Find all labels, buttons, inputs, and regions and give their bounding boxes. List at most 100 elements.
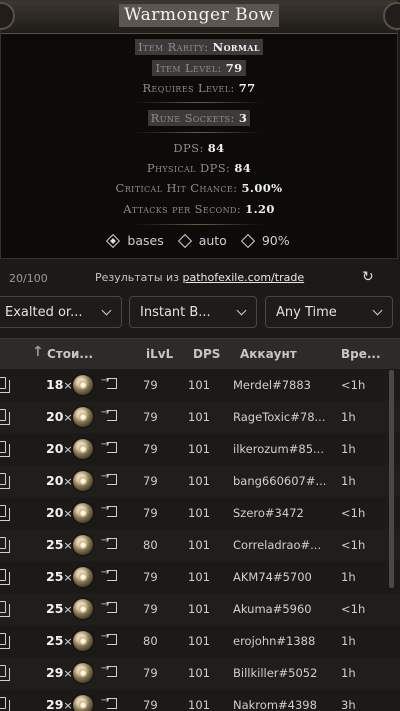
table-row[interactable]: 18× 79 101 Merdel#7883 <1h [0, 369, 400, 402]
radio-icon [240, 233, 255, 248]
enter-hideout-icon[interactable] [101, 599, 117, 613]
attack-speed-value: 1.20 [245, 202, 275, 216]
enter-hideout-icon[interactable] [101, 471, 117, 485]
price-quantity: 25× [46, 569, 73, 584]
copy-icon[interactable] [0, 473, 10, 489]
item-level-cell: 79 [143, 474, 158, 488]
enter-hideout-icon[interactable] [101, 663, 117, 677]
time-dropdown[interactable]: Any Time [265, 296, 393, 328]
enter-hideout-icon[interactable] [101, 407, 117, 421]
multiplier-sign: × [63, 443, 73, 456]
listed-time-cell: <1h [341, 506, 366, 520]
price-amount: 20 [46, 441, 64, 456]
copy-icon[interactable] [0, 377, 10, 393]
table-row[interactable]: 25× 80 101 Correladrao#... <1h [0, 529, 400, 562]
multiplier-sign: × [63, 379, 73, 392]
item-rarity-label: Item Rarity: [138, 40, 209, 54]
exalted-orb-icon [73, 471, 93, 491]
price-amount: 25 [46, 569, 64, 584]
listed-time-cell: 1h [341, 666, 356, 680]
table-row[interactable]: 20× 79 101 ilkerozum#85... 1h [0, 433, 400, 466]
account-cell[interactable]: AKM74#5700 [233, 570, 312, 584]
price-quantity: 25× [46, 537, 73, 552]
account-cell[interactable]: erojohn#1388 [233, 634, 315, 648]
enter-hideout-icon[interactable] [101, 567, 117, 581]
crit-chance-label: Critical Hit Chance: [115, 181, 238, 195]
table-row[interactable]: 25× 79 101 AKM74#5700 1h [0, 561, 400, 594]
table-row[interactable]: 25× 80 101 erojohn#1388 1h [0, 625, 400, 658]
dps-cell: 101 [188, 410, 210, 424]
exalted-orb-icon [73, 503, 93, 523]
option-auto[interactable]: auto [177, 233, 227, 248]
dps-cell: 101 [188, 378, 210, 392]
enter-hideout-icon[interactable] [101, 503, 117, 517]
column-header-account[interactable]: Аккаунт [240, 347, 297, 361]
refresh-icon[interactable]: ↻ [362, 269, 374, 285]
account-cell[interactable]: bang660607#... [233, 474, 326, 488]
sort-ascending-icon[interactable]: ↑ [32, 344, 44, 360]
price-quantity: 20× [46, 473, 73, 488]
copy-icon[interactable] [0, 537, 10, 553]
enter-hideout-icon[interactable] [101, 375, 117, 389]
dps-cell: 101 [188, 474, 210, 488]
copy-icon[interactable] [0, 569, 10, 585]
copy-icon[interactable] [0, 665, 10, 681]
copy-icon[interactable] [0, 505, 10, 521]
column-header-dps[interactable]: DPS [193, 347, 220, 361]
account-cell[interactable]: Correladrao#... [233, 538, 321, 552]
option-90-percent[interactable]: 90% [240, 233, 290, 248]
price-amount: 20 [46, 473, 64, 488]
account-cell[interactable]: Merdel#7883 [233, 378, 311, 392]
account-cell[interactable]: Akuma#5960 [233, 602, 312, 616]
listed-time-cell: 1h [341, 442, 356, 456]
account-cell[interactable]: Nakrom#4398 [233, 698, 317, 711]
price-quantity: 25× [46, 601, 73, 616]
trade-site-link[interactable]: pathofexile.com/trade [183, 271, 305, 284]
table-row[interactable]: 20× 79 101 RageToxic#78... 1h [0, 401, 400, 434]
column-header-time[interactable]: Вре... [341, 347, 381, 361]
copy-icon[interactable] [0, 601, 10, 617]
results-bar: 20/100 Результаты из pathofexile.com/tra… [0, 268, 400, 290]
account-cell[interactable]: RageToxic#78... [233, 410, 325, 424]
exalted-orb-icon [73, 663, 93, 683]
listing-type-dropdown[interactable]: Instant B... [129, 296, 257, 328]
item-level-cell: 79 [143, 442, 158, 456]
table-row[interactable]: 20× 79 101 Szero#3472 <1h [0, 497, 400, 530]
currency-dropdown[interactable]: Exalted or... [0, 296, 122, 328]
multiplier-sign: × [63, 507, 73, 520]
column-header-ilvl[interactable]: iLvL [146, 347, 173, 361]
account-cell[interactable]: Billkiller#5052 [233, 666, 317, 680]
option-bases[interactable]: bases [106, 233, 164, 248]
table-row[interactable]: 25× 79 101 Akuma#5960 <1h [0, 593, 400, 626]
copy-icon[interactable] [0, 409, 10, 425]
multiplier-sign: × [63, 411, 73, 424]
listed-time-cell: <1h [341, 538, 366, 552]
item-tooltip: Warmonger Bow Item Rarity: Normal Item L… [0, 0, 400, 259]
account-cell[interactable]: ilkerozum#85... [233, 442, 324, 456]
multiplier-sign: × [63, 667, 73, 680]
table-row[interactable]: 20× 79 101 bang660607#... 1h [0, 465, 400, 498]
multiplier-sign: × [63, 699, 73, 711]
exalted-orb-icon [73, 439, 93, 459]
copy-icon[interactable] [0, 441, 10, 457]
price-quantity: 20× [46, 505, 73, 520]
separator [133, 224, 265, 225]
table-row[interactable]: 29× 79 101 Nakrom#4398 3h [0, 689, 400, 711]
requires-level-line: Requires Level: 77 [1, 81, 397, 95]
enter-hideout-icon[interactable] [101, 535, 117, 549]
scrollbar-thumb[interactable] [389, 370, 394, 588]
table-row[interactable]: 29× 79 101 Billkiller#5052 1h [0, 657, 400, 690]
copy-icon[interactable] [0, 697, 10, 711]
enter-hideout-icon[interactable] [101, 695, 117, 709]
enter-hideout-icon[interactable] [101, 439, 117, 453]
account-cell[interactable]: Szero#3472 [233, 506, 304, 520]
chevron-down-icon [236, 305, 247, 316]
requires-level-label: Requires Level: [142, 81, 235, 95]
rune-sockets-label: Rune Sockets: [150, 111, 235, 125]
item-level-cell: 79 [143, 410, 158, 424]
enter-hideout-icon[interactable] [101, 631, 117, 645]
copy-icon[interactable] [0, 633, 10, 649]
item-level-cell: 79 [143, 698, 158, 711]
column-header-price[interactable]: Стои... [47, 347, 93, 361]
exalted-orb-icon [73, 375, 93, 395]
